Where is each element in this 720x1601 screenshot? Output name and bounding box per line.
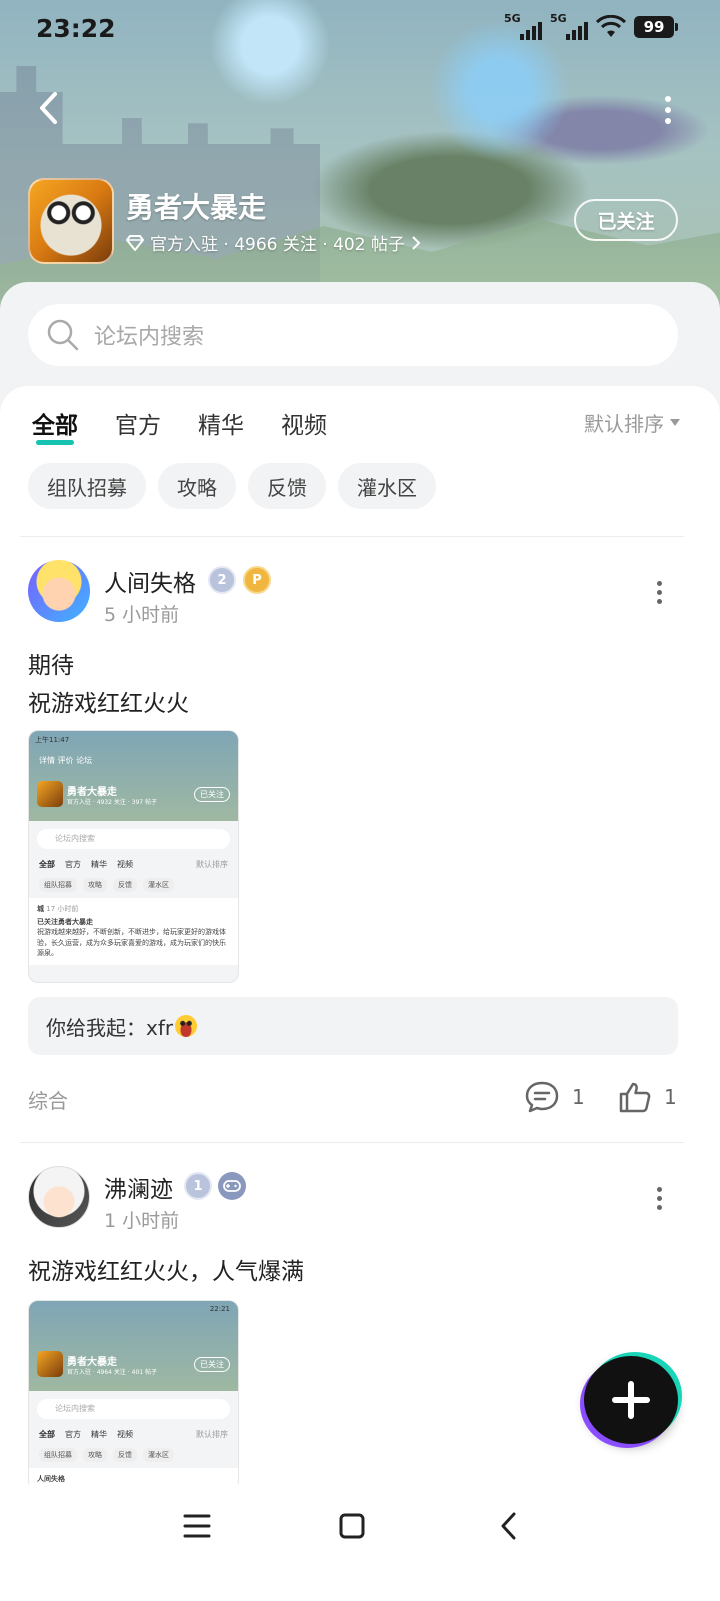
- tab-featured[interactable]: 精华: [198, 406, 244, 440]
- level-badge-icon: 1: [184, 1172, 212, 1200]
- comment-icon: [525, 1081, 559, 1113]
- new-post-button[interactable]: [584, 1356, 678, 1444]
- game-meta-link[interactable]: 官方入驻 · 4966 关注 · 402 帖子: [126, 230, 421, 255]
- post-image-thumbnail[interactable]: 上午11:47 详情 评价 论坛 勇者大暴走 官方入驻 · 4932 关注 · …: [28, 730, 239, 983]
- forum-content: 全部 官方 精华 视频 默认排序 组队招募 攻略 反馈 灌水区 人间失格 2 P…: [0, 386, 720, 1484]
- nav-back-button[interactable]: [483, 1506, 533, 1546]
- wifi-icon: [596, 15, 626, 37]
- avatar[interactable]: [28, 1166, 90, 1228]
- back-button[interactable]: [28, 88, 68, 128]
- chevron-right-icon: [412, 235, 421, 250]
- nav-menu-button[interactable]: [172, 1506, 222, 1546]
- menu-icon: [183, 1514, 211, 1538]
- gamepad-badge-icon: [218, 1172, 246, 1200]
- tab-official[interactable]: 官方: [115, 406, 161, 440]
- search-placeholder: 论坛内搜索: [94, 325, 205, 350]
- top-comment-text: 你给我起：xfr: [46, 1015, 174, 1040]
- cell-signal-icon: 5G: [550, 12, 588, 40]
- post-image-thumbnail[interactable]: 22:21 勇者大暴走 官方入驻 · 4964 关注 · 401 帖子 已关注 …: [28, 1300, 239, 1484]
- status-icons: 5G 5G 99: [504, 12, 678, 40]
- tab-all[interactable]: 全部: [32, 406, 78, 445]
- coin-badge-icon: P: [243, 566, 271, 594]
- like-button[interactable]: 1: [618, 1080, 677, 1114]
- diamond-icon: [126, 234, 144, 251]
- more-options-button[interactable]: [656, 92, 680, 128]
- caret-down-icon: [670, 419, 680, 426]
- category-chips: 组队招募 攻略 反馈 灌水区: [28, 463, 436, 509]
- chevron-left-icon: [501, 1512, 516, 1540]
- followed-button[interactable]: 已关注: [574, 199, 678, 241]
- home-square-icon: [339, 1513, 365, 1539]
- game-meta-text: 官方入驻 · 4966 关注 · 402 帖子: [150, 235, 405, 255]
- post-username[interactable]: 沸澜迹: [104, 1170, 173, 1204]
- sort-dropdown[interactable]: 默认排序: [584, 408, 680, 437]
- post-more-button[interactable]: [654, 577, 664, 607]
- post-username[interactable]: 人间失格: [104, 564, 196, 598]
- search-icon: [47, 319, 79, 351]
- plus-icon: [612, 1381, 650, 1419]
- divider: [20, 536, 684, 537]
- avatar[interactable]: [28, 560, 90, 622]
- forum-header-banner: [0, 0, 720, 320]
- chip-team-recruit[interactable]: 组队招募: [28, 463, 146, 509]
- post-time: 1 小时前: [104, 1210, 180, 1232]
- chip-guides[interactable]: 攻略: [158, 463, 236, 509]
- game-title: 勇者大暴走: [126, 191, 267, 224]
- thumbs-up-icon: [619, 1082, 651, 1113]
- search-input[interactable]: 论坛内搜索: [28, 304, 678, 366]
- post-category: 综合: [28, 1089, 68, 1113]
- post-time: 5 小时前: [104, 604, 180, 626]
- system-nav-bar: [0, 1484, 720, 1601]
- level-badge-icon: 2: [208, 566, 236, 594]
- chevron-left-icon: [40, 92, 57, 124]
- forum-sheet: 论坛内搜索 全部 官方 精华 视频 默认排序 组队招募 攻略 反馈 灌水区 人间…: [0, 282, 720, 1484]
- top-comment-preview[interactable]: 你给我起：xfr: [28, 997, 678, 1055]
- cell-signal-icon: 5G: [504, 12, 542, 40]
- status-time: 23:22: [36, 14, 116, 43]
- grin-emoji-icon: [175, 1015, 198, 1037]
- post-title: 期待: [28, 653, 74, 679]
- battery-icon: 99: [634, 16, 678, 38]
- like-count: 1: [664, 1085, 677, 1109]
- chip-chat-zone[interactable]: 灌水区: [338, 463, 436, 509]
- sort-label: 默认排序: [584, 412, 664, 436]
- divider: [20, 1142, 684, 1143]
- post-more-button[interactable]: [654, 1183, 664, 1213]
- tab-video[interactable]: 视频: [281, 406, 327, 440]
- forum-tabs: 全部 官方 精华 视频: [32, 406, 327, 445]
- comment-button[interactable]: 1: [524, 1080, 585, 1114]
- comment-count: 1: [572, 1085, 585, 1109]
- nav-home-button[interactable]: [327, 1506, 377, 1546]
- game-icon[interactable]: [28, 178, 114, 264]
- post-title: 祝游戏红红火火，人气爆满: [28, 1259, 304, 1285]
- chip-feedback[interactable]: 反馈: [248, 463, 326, 509]
- post-body: 祝游戏红红火火: [28, 691, 189, 717]
